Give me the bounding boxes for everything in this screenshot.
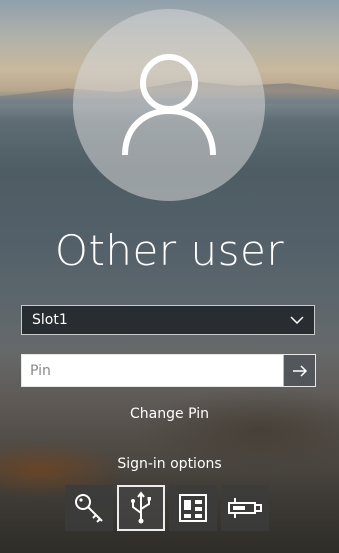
- sign-in-options-bar: [65, 485, 269, 531]
- sign-in-option-security-key[interactable]: [221, 485, 269, 531]
- slot-select[interactable]: Slot1: [21, 305, 315, 335]
- sign-in-option-usb[interactable]: [117, 485, 165, 531]
- key-icon: [75, 494, 103, 523]
- sign-in-option-password[interactable]: [65, 485, 113, 531]
- smart-card-reader-icon: [179, 494, 207, 522]
- chevron-down-icon: [290, 316, 304, 324]
- change-pin-link[interactable]: Change Pin: [0, 406, 339, 422]
- pin-input[interactable]: [22, 355, 283, 386]
- sign-in-options-link[interactable]: Sign-in options: [0, 456, 339, 472]
- user-avatar: [73, 9, 265, 201]
- submit-button[interactable]: [283, 355, 315, 386]
- user-silhouette-icon: [122, 54, 216, 156]
- security-key-icon: [228, 498, 262, 518]
- slot-select-value: Slot1: [32, 312, 68, 328]
- username-label: Other user: [54, 226, 285, 275]
- arrow-right-icon: [292, 364, 307, 377]
- pin-entry: [21, 354, 316, 387]
- sign-in-option-smart-card[interactable]: [169, 485, 217, 531]
- usb-icon: [131, 491, 151, 524]
